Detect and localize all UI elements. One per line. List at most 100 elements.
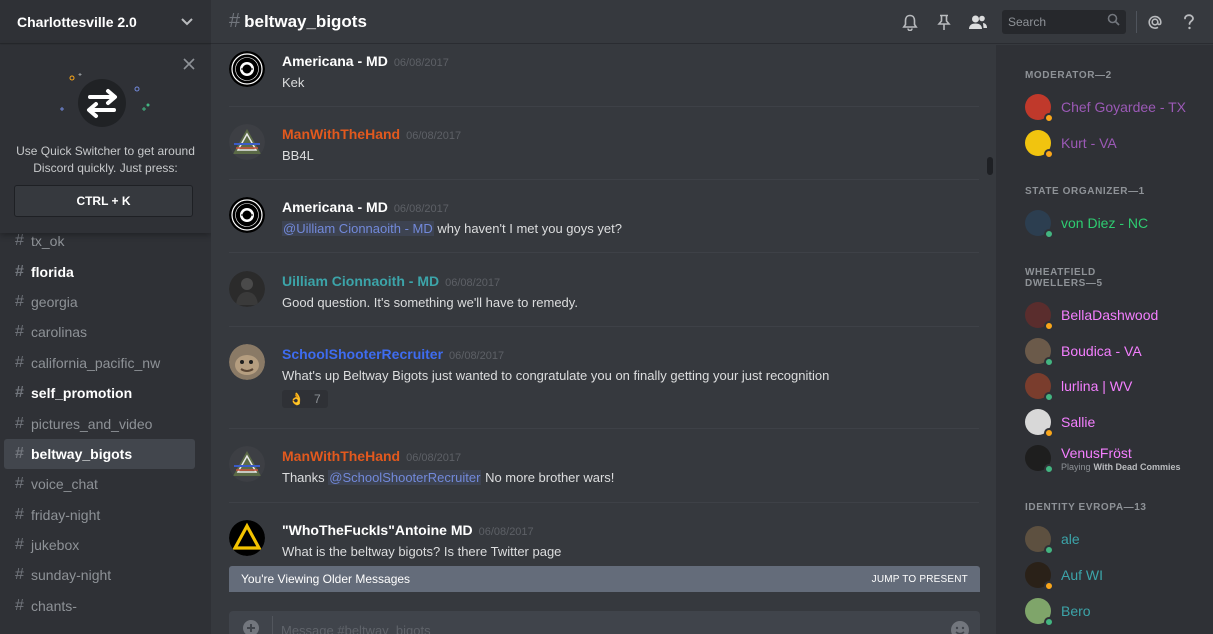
- member-item[interactable]: ale: [1025, 523, 1205, 555]
- message-timestamp: 06/08/2017: [478, 526, 534, 538]
- message-author[interactable]: SchoolShooterRecruiter: [282, 346, 443, 362]
- member-name: Boudica - VA: [1061, 343, 1142, 359]
- hash-icon: #: [15, 232, 24, 250]
- avatar[interactable]: [229, 51, 265, 87]
- avatar: [1025, 210, 1054, 239]
- message-author[interactable]: ManWithTheHand: [282, 126, 400, 142]
- avatar[interactable]: [229, 520, 265, 556]
- channel-label: sunday-night: [31, 567, 112, 584]
- hash-icon: #: [229, 10, 241, 32]
- member-name: VenusFröst: [1061, 444, 1132, 461]
- member-name: BellaDashwood: [1061, 307, 1159, 323]
- member-item[interactable]: Kurt - VA: [1025, 127, 1205, 159]
- hash-icon: #: [15, 262, 24, 280]
- message-text: What's up Beltway Bigots just wanted to …: [282, 367, 979, 384]
- message-author[interactable]: ManWithTheHand: [282, 448, 400, 464]
- status-indicator-icon: [1044, 113, 1054, 123]
- message-body: Uilliam Cionnaoith - MD 06/08/2017 Good qu…: [282, 273, 979, 311]
- hash-icon: #: [15, 566, 24, 584]
- channel-item-chants[interactable]: # chants-: [4, 591, 195, 621]
- channel-item-voice-chat[interactable]: # voice_chat: [4, 469, 195, 499]
- message-divider: [229, 179, 979, 180]
- member-name: von Diez - NC: [1061, 215, 1149, 231]
- search-input[interactable]: [1008, 15, 1100, 29]
- hash-icon: #: [15, 353, 24, 371]
- avatar: [1025, 302, 1054, 331]
- message-author[interactable]: Americana - MD: [282, 53, 388, 69]
- guild-header[interactable]: Charlottesville 2.0: [0, 0, 211, 44]
- message-text: BB4L: [282, 147, 979, 164]
- hash-icon: #: [15, 596, 24, 614]
- message-text-segment: BB4L: [282, 148, 314, 163]
- avatar: [1025, 598, 1054, 627]
- channel-label: jukebox: [31, 537, 80, 554]
- search-icon[interactable]: [1107, 13, 1120, 31]
- member-info: VenusFröst Playing With Dead Commies: [1061, 445, 1180, 472]
- avatar: [1025, 526, 1054, 555]
- channel-item-pictures-and-video[interactable]: # pictures_and_video: [4, 408, 195, 438]
- user-mention[interactable]: @SchoolShooterRecruiter: [328, 470, 482, 485]
- member-name: lurlina | WV: [1061, 378, 1133, 394]
- status-indicator-icon: [1044, 357, 1054, 367]
- avatar[interactable]: [229, 344, 265, 380]
- channel-item-self-promotion[interactable]: # self_promotion: [4, 378, 195, 408]
- members-icon[interactable]: [968, 12, 988, 32]
- pin-icon[interactable]: [934, 12, 954, 32]
- member-info: BellaDashwood: [1061, 307, 1158, 323]
- message-input[interactable]: [273, 611, 940, 634]
- channel-title: # beltway_bigots: [211, 10, 367, 33]
- channel-item-carolinas[interactable]: # carolinas: [4, 317, 195, 347]
- channel-item-florida[interactable]: # florida: [4, 256, 195, 286]
- message-timestamp: 06/08/2017: [449, 350, 505, 362]
- avatar: [1025, 338, 1054, 367]
- channel-item-beltway-bigots[interactable]: # beltway_bigots: [4, 438, 195, 470]
- older-messages-label: You're Viewing Older Messages: [241, 572, 411, 586]
- channel-label: self_promotion: [31, 385, 133, 402]
- message-author[interactable]: Americana - MD: [282, 199, 388, 215]
- message-author[interactable]: "WhoTheFuckIs"Antoine MD: [282, 522, 473, 538]
- reaction-count: 7: [313, 392, 321, 406]
- avatar[interactable]: [229, 446, 265, 482]
- mention-icon[interactable]: [1145, 12, 1165, 32]
- channel-label: chants-: [31, 597, 77, 614]
- search-box[interactable]: [1002, 10, 1126, 34]
- member-item[interactable]: von Diez - NC: [1025, 207, 1205, 239]
- message-text: Kek: [282, 74, 979, 91]
- message-meta: Americana - MD 06/08/2017: [282, 53, 979, 69]
- upload-plus-icon[interactable]: [229, 616, 273, 634]
- chevron-down-icon[interactable]: [180, 15, 194, 29]
- close-icon[interactable]: [183, 57, 195, 70]
- member-item[interactable]: Auf WI: [1025, 559, 1205, 591]
- channel-item-sunday-night[interactable]: # sunday-night: [4, 560, 195, 590]
- member-name: ale: [1061, 531, 1080, 547]
- member-info: lurlina | WV: [1061, 378, 1132, 394]
- member-item[interactable]: Bero: [1025, 595, 1205, 627]
- user-mention[interactable]: @Uilliam Cionnaoith - MD: [282, 221, 434, 236]
- jump-to-present-button[interactable]: JUMP TO PRESENT: [872, 574, 968, 585]
- avatar[interactable]: [229, 197, 265, 233]
- member-item[interactable]: Chef Goyardee - TX: [1025, 91, 1205, 123]
- help-icon[interactable]: [1179, 12, 1199, 32]
- message-text: Thanks @SchoolShooterRecruiter No more b…: [282, 469, 979, 486]
- member-item[interactable]: Boudica - VA: [1025, 335, 1205, 367]
- member-item[interactable]: Sallie: [1025, 406, 1205, 438]
- member-item[interactable]: VenusFröst Playing With Dead Commies: [1025, 442, 1205, 474]
- member-item[interactable]: BellaDashwood: [1025, 299, 1205, 331]
- reaction-button[interactable]: 👌 7: [282, 390, 328, 408]
- bell-icon[interactable]: [900, 12, 920, 32]
- scrollbar-thumb[interactable]: [987, 157, 993, 175]
- message-list: Americana - MD 06/08/2017 Kek ManWithTheHan…: [211, 45, 986, 565]
- member-item[interactable]: lurlina | WV: [1025, 370, 1205, 402]
- avatar[interactable]: [229, 271, 265, 307]
- member-group-title: STATE ORGANIZER—1: [1025, 186, 1145, 197]
- scrollbar[interactable]: [986, 45, 994, 634]
- avatar[interactable]: [229, 124, 265, 160]
- message-meta: Uilliam Cionnaoith - MD 06/08/2017: [282, 273, 979, 289]
- channel-item-california-pacific-nw[interactable]: # california_pacific_nw: [4, 348, 195, 378]
- message-body: ManWithTheHand 06/08/2017 Thanks @SchoolSh…: [282, 448, 979, 486]
- channel-item-georgia[interactable]: # georgia: [4, 287, 195, 317]
- emoji-picker-icon[interactable]: [940, 616, 980, 634]
- channel-item-friday-night[interactable]: # friday-night: [4, 500, 195, 530]
- channel-item-jukebox[interactable]: # jukebox: [4, 530, 195, 560]
- message-author[interactable]: Uilliam Cionnaoith - MD: [282, 273, 439, 289]
